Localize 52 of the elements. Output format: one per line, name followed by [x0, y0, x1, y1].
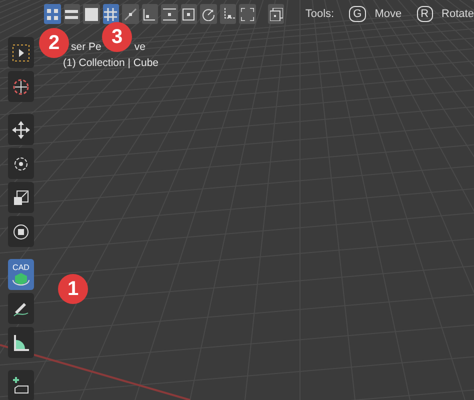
tool-button[interactable] — [8, 114, 34, 145]
toolbar-toggle[interactable] — [161, 4, 178, 24]
toolbar-toggle[interactable] — [83, 4, 100, 24]
frame-icon — [241, 8, 254, 20]
callout-badge: 3 — [102, 22, 132, 52]
corner-dot-icon — [143, 8, 156, 20]
tool-button[interactable]: CAD — [8, 259, 34, 290]
axes-icon — [222, 8, 235, 20]
bars-icon — [65, 8, 78, 20]
add-cube-icon — [11, 376, 31, 396]
transform-icon — [11, 222, 31, 242]
callout-badge: 2 — [39, 28, 69, 58]
overlay-icon — [270, 8, 283, 20]
view-name: ser Pe — [71, 41, 102, 53]
toolbar-toggle[interactable] — [142, 4, 158, 24]
square-icon — [84, 8, 98, 20]
toolbar-toggle[interactable] — [200, 4, 217, 24]
shortcut-action: Move — [374, 8, 402, 20]
shortcut-action: Rotate — [442, 8, 474, 20]
ruler-icon — [11, 332, 31, 352]
tool-button[interactable] — [8, 71, 34, 102]
select-box-icon — [11, 42, 31, 62]
toolbar-toggle[interactable] — [220, 4, 236, 24]
edge-icon — [124, 8, 137, 20]
toolbar-toggle[interactable] — [180, 4, 198, 24]
midpoint-icon — [162, 8, 176, 20]
cursor-icon — [11, 76, 31, 96]
view-name: ve — [134, 41, 146, 53]
tool-button[interactable] — [8, 293, 34, 324]
toolbar-toggle[interactable] — [239, 4, 256, 24]
callout-badge: 1 — [58, 274, 88, 304]
grid-snap-icon — [104, 8, 118, 20]
arc-icon — [202, 8, 216, 20]
toolbar-toggle[interactable] — [44, 4, 61, 24]
toolbar-toggle[interactable] — [122, 4, 139, 24]
collection-label: (1) Collection | Cube — [63, 57, 159, 69]
cube-icon — [12, 272, 30, 286]
tool-button[interactable] — [8, 216, 34, 247]
tools-label: Tools: — [305, 8, 334, 20]
tool-button[interactable] — [8, 37, 34, 68]
grid-icon — [46, 8, 59, 20]
tool-button[interactable] — [8, 182, 34, 213]
scale-icon — [11, 188, 31, 208]
toolbar-toggle[interactable] — [268, 4, 284, 24]
tool-button[interactable] — [8, 327, 34, 358]
tool-button[interactable] — [8, 370, 34, 400]
move-icon — [11, 120, 31, 140]
shortcut-key: G — [349, 6, 366, 22]
toolbar-toggle[interactable] — [64, 4, 80, 24]
tool-button[interactable] — [8, 148, 34, 179]
toolbar-toggle[interactable] — [102, 4, 120, 24]
shortcut-key: R — [416, 6, 433, 22]
